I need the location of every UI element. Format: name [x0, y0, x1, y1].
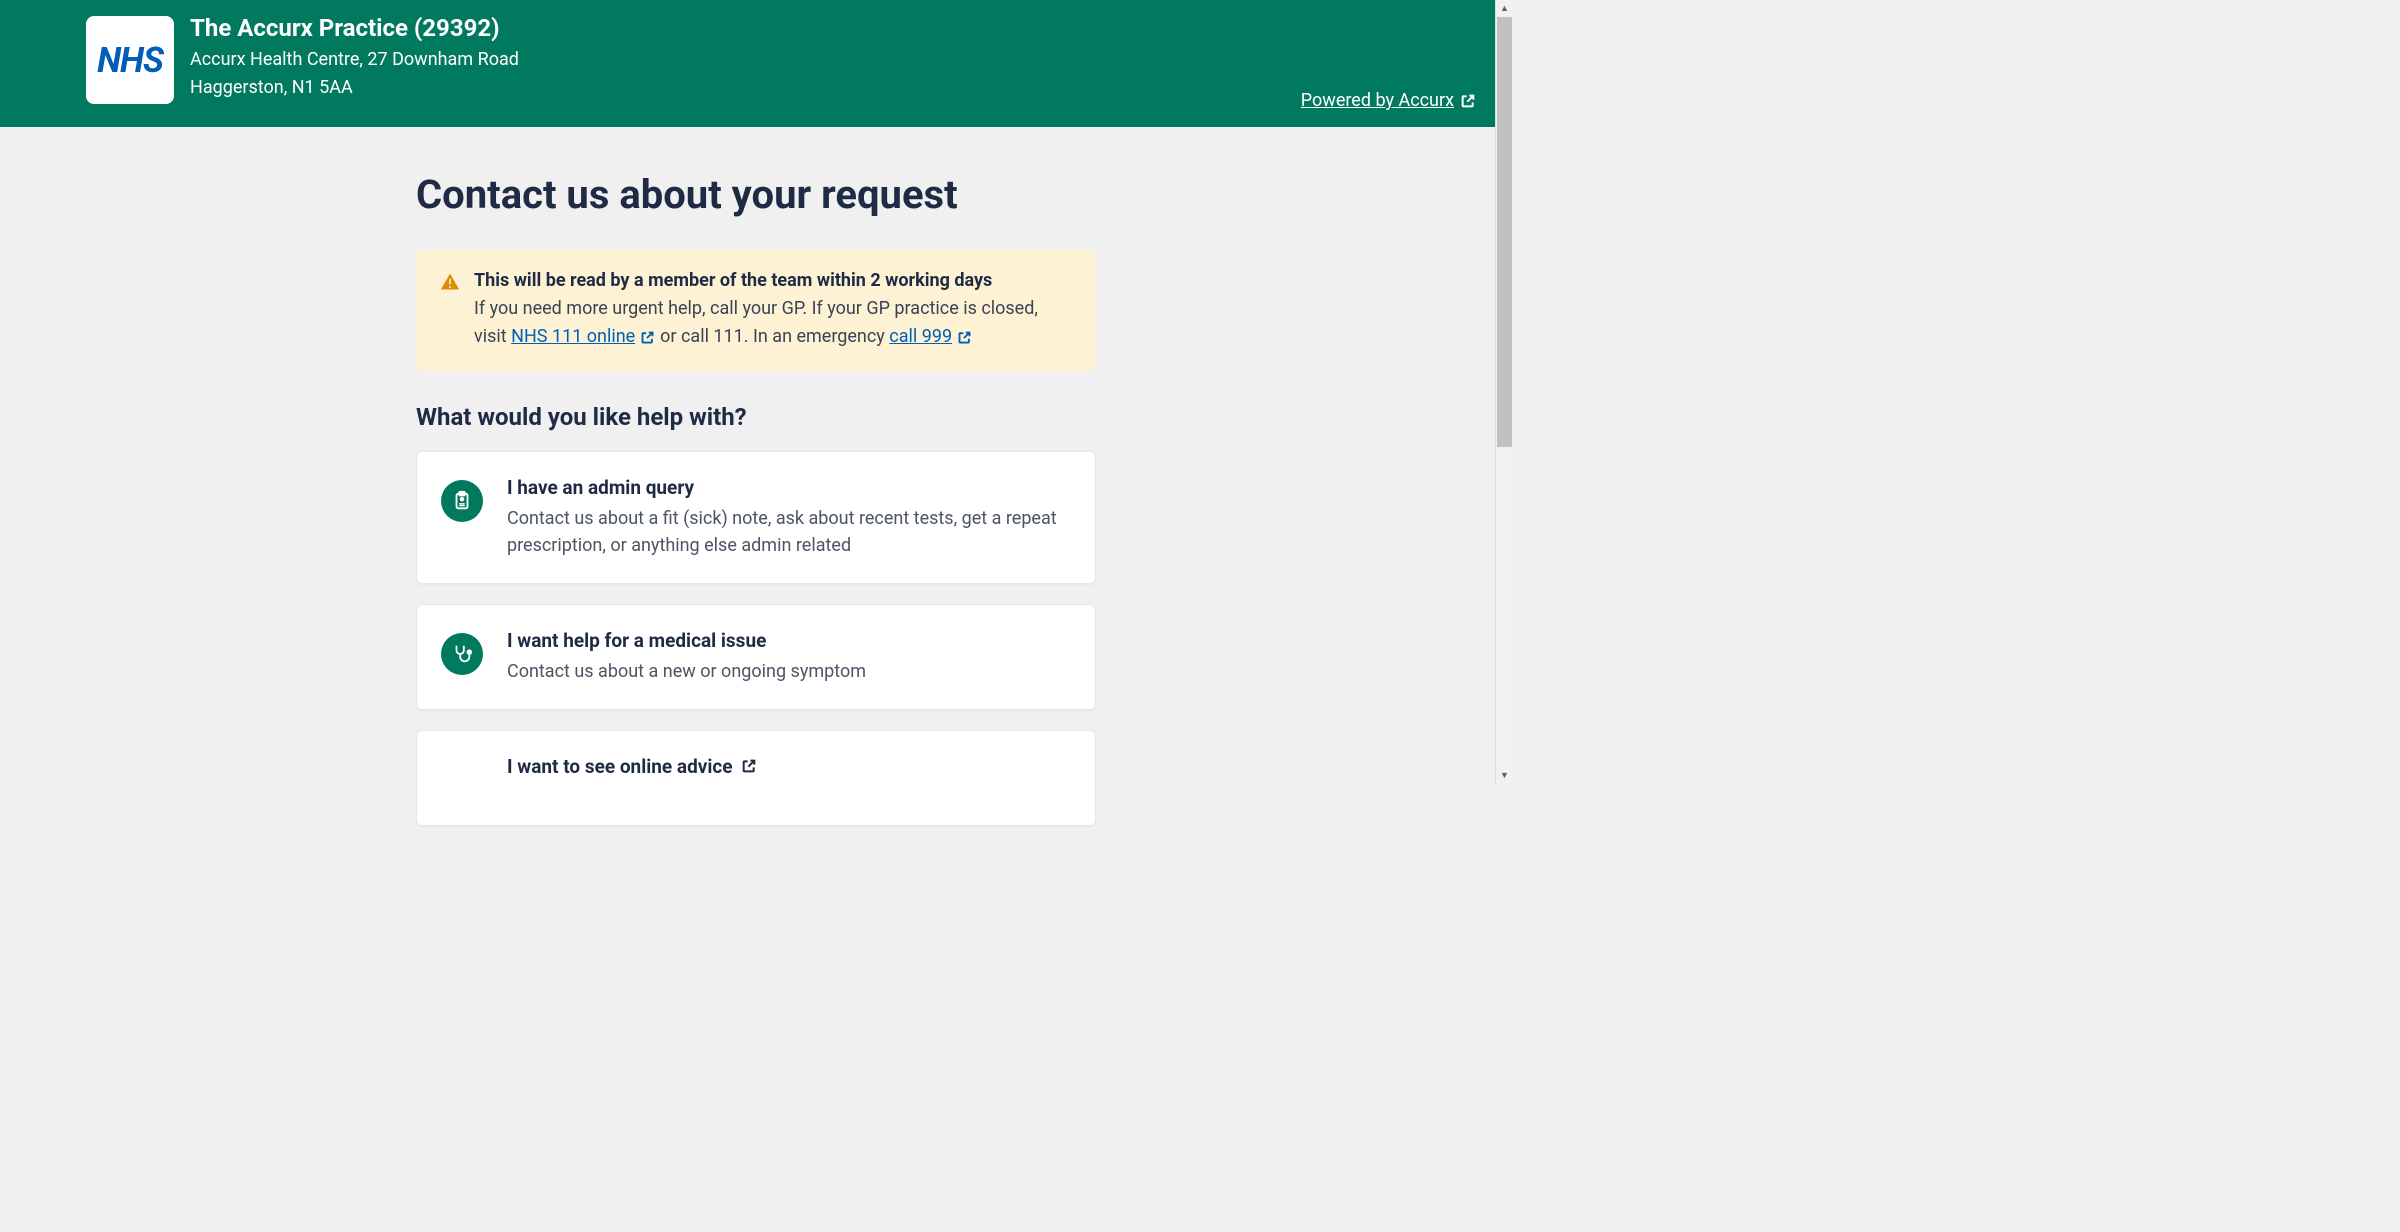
header: NHS The Accurx Practice (29392) Accurx H… — [0, 0, 1512, 127]
practice-address-line1: Accurx Health Centre, 27 Downham Road — [190, 46, 519, 74]
scroll-up-arrow[interactable]: ▲ — [1496, 0, 1513, 17]
nhs-111-link[interactable]: NHS 111 online — [511, 326, 635, 347]
alert-title: This will be read by a member of the tea… — [474, 270, 1072, 291]
option-text: I want help for a medical issue Contact … — [507, 629, 866, 685]
main-content: Contact us about your request This will … — [416, 127, 1096, 826]
clipboard-icon — [441, 480, 483, 522]
option-text: I have an admin query Contact us about a… — [507, 476, 1071, 559]
alert-body: If you need more urgent help, call your … — [474, 295, 1072, 351]
option-title: I have an admin query — [507, 476, 1071, 499]
page-title: Contact us about your request — [416, 171, 1096, 218]
help-subheading: What would you like help with? — [416, 403, 1096, 431]
scroll-thumb[interactable] — [1497, 17, 1512, 447]
info-alert: This will be read by a member of the tea… — [416, 250, 1096, 371]
option-admin-query[interactable]: I have an admin query Contact us about a… — [416, 451, 1096, 584]
stethoscope-icon — [441, 633, 483, 675]
alert-content: This will be read by a member of the tea… — [474, 270, 1072, 351]
option-desc: Contact us about a fit (sick) note, ask … — [507, 505, 1071, 559]
practice-name: The Accurx Practice (29392) — [190, 14, 519, 42]
nhs-logo: NHS — [86, 16, 174, 104]
option-desc: Contact us about a new or ongoing sympto… — [507, 658, 866, 685]
practice-address-line2: Haggerston, N1 5AA — [190, 74, 519, 102]
vertical-scrollbar[interactable]: ▲ ▼ — [1495, 0, 1512, 784]
powered-by-label: Powered by Accurx — [1301, 90, 1454, 111]
external-link-icon — [741, 758, 757, 774]
option-online-advice[interactable]: I want to see online advice — [416, 730, 1096, 826]
powered-by-link[interactable]: Powered by Accurx — [1301, 90, 1476, 111]
warning-icon — [440, 272, 460, 351]
option-title: I want help for a medical issue — [507, 629, 866, 652]
nhs-logo-text: NHS — [97, 40, 163, 81]
option-medical-issue[interactable]: I want help for a medical issue Contact … — [416, 604, 1096, 710]
header-inner: NHS The Accurx Practice (29392) Accurx H… — [66, 14, 1446, 104]
option-title: I want to see online advice — [507, 755, 757, 778]
call-999-link[interactable]: call 999 — [889, 326, 952, 347]
header-text: The Accurx Practice (29392) Accurx Healt… — [190, 14, 519, 102]
external-link-icon — [640, 329, 656, 345]
external-link-icon — [957, 329, 973, 345]
scroll-down-arrow[interactable]: ▼ — [1496, 767, 1513, 784]
external-link-icon — [1460, 93, 1476, 109]
alert-body-mid: or call 111. In an emergency — [660, 326, 889, 347]
option-text: I want to see online advice — [507, 755, 757, 784]
